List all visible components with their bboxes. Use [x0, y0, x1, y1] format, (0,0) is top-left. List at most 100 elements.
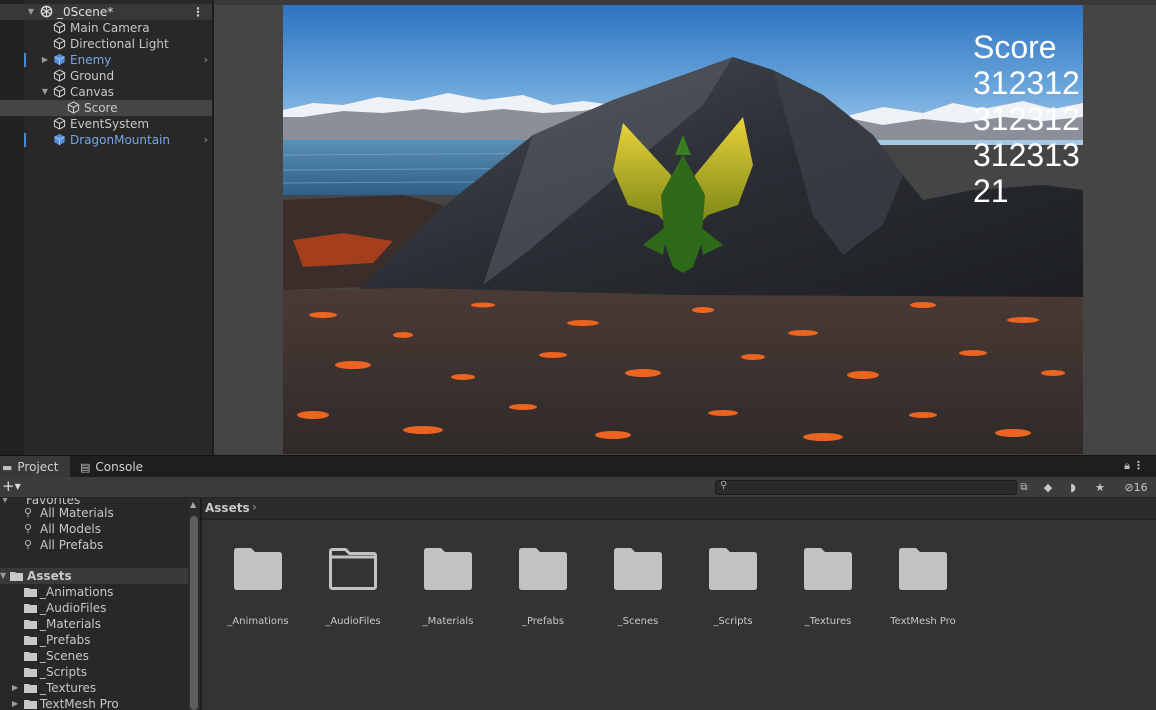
folder-tile-label: _Scripts [713, 616, 753, 627]
folder-icon [614, 548, 662, 590]
console-icon: ▤ [80, 460, 91, 474]
hierarchy-item-enemy[interactable]: ▶ Enemy › [0, 52, 212, 68]
hidden-packages-toggle[interactable]: ⊘16 [1117, 479, 1155, 496]
kebab-menu-icon[interactable]: ⋮ [192, 4, 204, 20]
assets-grid: Assets › _Animations _AudioFiles _Materi… [202, 498, 1156, 710]
folder-tile-label: _AudioFiles [325, 616, 381, 627]
gameobject-cube-icon [53, 117, 66, 130]
hierarchy-item-score[interactable]: Score [0, 100, 212, 116]
tree-folder-item[interactable]: ▶ TextMesh Pro [0, 696, 188, 710]
folder-tile-prefabs[interactable]: _Prefabs [498, 548, 588, 628]
tree-item-label: _Prefabs [40, 633, 91, 647]
folder-tree-scrollbar[interactable]: ▲ [188, 498, 200, 710]
expand-arrow-icon[interactable]: ▶ [40, 52, 50, 68]
hierarchy-panel: ▼ _0Scene* ⋮ Main Camera Directional Lig… [0, 0, 212, 455]
hierarchy-item-label: Directional Light [70, 37, 169, 51]
folder-tile-label: _Textures [804, 616, 852, 627]
tree-folder-item[interactable]: _Scenes [0, 648, 188, 664]
search-icon: ⚲ [24, 506, 33, 519]
folder-icon: ▬ [2, 460, 13, 474]
favorite-star-icon[interactable]: ★ [1089, 479, 1111, 496]
folder-icon [804, 548, 852, 590]
scrollbar-thumb[interactable] [190, 516, 198, 710]
hierarchy-item-label: Main Camera [70, 21, 150, 35]
game-scene-render [283, 5, 1083, 454]
tab-project[interactable]: ▬ Project [0, 456, 70, 478]
hierarchy-item-label: Canvas [70, 85, 115, 99]
tab-console-label: Console [95, 460, 144, 474]
folder-tile-scripts[interactable]: _Scripts [688, 548, 778, 628]
search-input[interactable] [715, 480, 1017, 495]
tree-item-label: All Prefabs [40, 538, 104, 552]
collapse-arrow-icon[interactable]: ▼ [0, 568, 6, 584]
expand-arrow-icon[interactable]: ▶ [12, 696, 18, 710]
scene-row[interactable]: ▼ _0Scene* ⋮ [0, 4, 212, 20]
folder-icon [24, 604, 37, 613]
hierarchy-item-dragonmountain[interactable]: DragonMountain › [0, 132, 212, 148]
tree-folder-item[interactable]: ▶ _Textures [0, 680, 188, 696]
folder-icon [234, 548, 282, 590]
folder-tile-label: TextMesh Pro [890, 616, 956, 627]
tree-item-label: All Models [40, 522, 101, 536]
tree-item-label: All Materials [40, 506, 114, 520]
prefab-cube-icon [54, 53, 65, 66]
project-tab-bar: ▬ Project ▤ Console 🔒︎ ⋮ [0, 455, 1156, 478]
tree-favorite-item[interactable]: ⚲ All Materials [0, 505, 188, 521]
tab-console[interactable]: ▤ Console [80, 456, 160, 478]
hierarchy-item-label: DragonMountain [70, 133, 170, 147]
hierarchy-item-main-camera[interactable]: Main Camera [0, 20, 212, 36]
breadcrumb-assets[interactable]: Assets [205, 501, 250, 515]
folder-icon [424, 548, 472, 590]
tree-item-label: _Scripts [40, 665, 88, 679]
filter-by-type-icon[interactable]: ◆ [1037, 479, 1059, 496]
folder-icon [709, 548, 757, 590]
gameobject-cube-icon [53, 85, 66, 98]
collapse-arrow-icon[interactable]: ▼ [40, 84, 50, 100]
folder-icon [24, 588, 37, 597]
hierarchy-item-label: EventSystem [70, 117, 150, 131]
folder-tile-label: _Materials [422, 616, 474, 627]
tree-favorite-item[interactable]: ⚲ All Prefabs [0, 537, 188, 553]
tree-folder-item[interactable]: _Scripts [0, 664, 188, 680]
folder-tile-scenes[interactable]: _Scenes [593, 548, 683, 628]
folder-icon [24, 668, 37, 677]
tree-folder-item[interactable]: _Materials [0, 616, 188, 632]
folder-tile-animations[interactable]: _Animations [213, 548, 303, 628]
search-by-type-icon[interactable]: ⧉ [1013, 479, 1035, 496]
filter-by-label-icon[interactable]: ◗ [1062, 479, 1084, 496]
kebab-menu-icon[interactable]: ⋮ [1133, 459, 1144, 472]
hierarchy-item-directional-light[interactable]: Directional Light [0, 36, 212, 52]
tree-assets-root[interactable]: ▼ Assets [0, 568, 188, 584]
folder-tile-textures[interactable]: _Textures [783, 548, 873, 628]
hierarchy-item-eventsystem[interactable]: EventSystem [0, 116, 212, 132]
search-icon: ⚲ [24, 522, 33, 535]
folder-icon [519, 548, 567, 590]
folder-icon [24, 636, 37, 645]
hierarchy-item-label: Score [84, 101, 118, 115]
scroll-up-arrow-icon[interactable]: ▲ [190, 500, 196, 509]
search-icon: ⚲ [720, 480, 728, 491]
gameobject-cube-icon [53, 21, 66, 34]
dropdown-arrow-icon: ▼ [14, 482, 21, 491]
chevron-right-icon[interactable]: › [204, 132, 208, 148]
prefab-override-marker [24, 133, 26, 147]
folder-icon [24, 652, 37, 661]
expand-arrow-icon[interactable]: ▼ [26, 4, 36, 20]
hierarchy-item-ground[interactable]: Ground [0, 68, 212, 84]
folder-tile-materials[interactable]: _Materials [403, 548, 493, 628]
folder-icon [24, 620, 37, 629]
tree-favorite-item[interactable]: ⚲ All Models [0, 521, 188, 537]
folder-tile-textmesh-pro[interactable]: TextMesh Pro [878, 548, 968, 628]
game-viewport[interactable]: Score 312312 312312 312313 21 [283, 5, 1083, 454]
tree-folder-item[interactable]: _AudioFiles [0, 600, 188, 616]
hierarchy-item-canvas[interactable]: ▼ Canvas [0, 84, 212, 100]
add-asset-button[interactable]: +▼ [0, 477, 26, 497]
tree-folder-item[interactable]: _Prefabs [0, 632, 188, 648]
folder-icon [899, 548, 947, 590]
chevron-right-icon[interactable]: › [204, 52, 208, 68]
expand-arrow-icon[interactable]: ▶ [12, 680, 18, 696]
lock-icon[interactable]: 🔒︎ [1124, 459, 1130, 473]
folder-tile-label: _Animations [227, 616, 289, 627]
tree-folder-item[interactable]: _Animations [0, 584, 188, 600]
folder-tile-audiofiles[interactable]: _AudioFiles [308, 548, 398, 628]
